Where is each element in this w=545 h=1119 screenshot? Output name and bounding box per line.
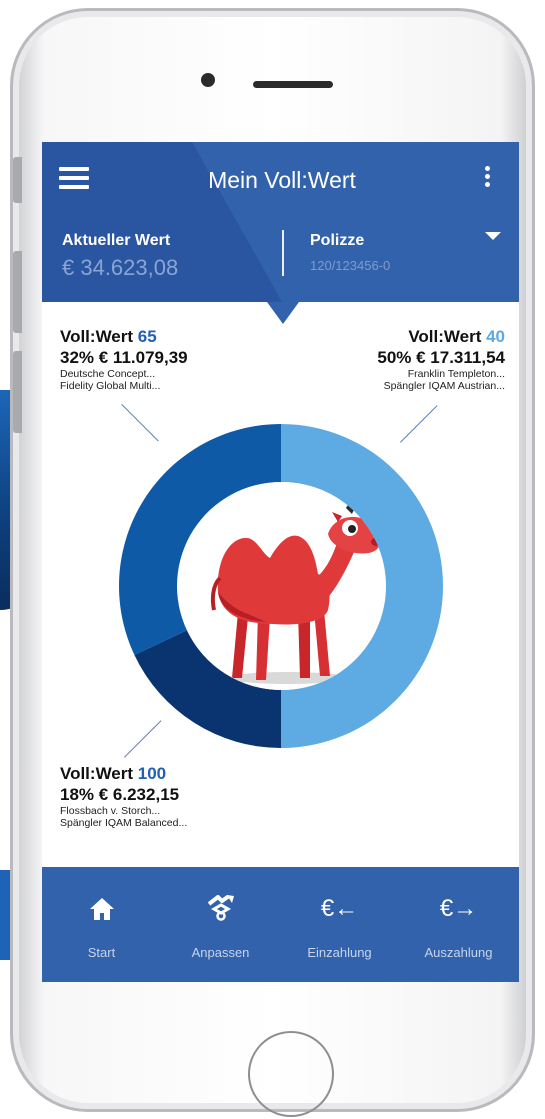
app-header: Mein Voll:Wert Aktueller Wert € 34.623,0… — [42, 142, 519, 302]
header-divider — [282, 230, 284, 276]
fund-line: Deutsche Concept... — [60, 368, 156, 380]
nav-item-auszahlung[interactable]: €→ Auszahlung — [399, 867, 518, 982]
front-camera — [201, 73, 215, 87]
fund-share-amount: 32% € 11.079,39 — [60, 348, 188, 367]
fund-number: 40 — [486, 327, 505, 346]
fund-card-65[interactable]: Voll:Wert 65 32% € 11.079,39 Deutsche Co… — [60, 327, 188, 392]
nav-item-einzahlung[interactable]: €← Einzahlung — [280, 867, 399, 982]
nav-label: Einzahlung — [307, 945, 372, 960]
current-value-label: Aktueller Wert — [62, 232, 171, 249]
fund-card-40[interactable]: Voll:Wert 40 50% € 17.311,54 Franklin Te… — [377, 327, 505, 392]
home-button[interactable] — [248, 1031, 334, 1117]
nav-item-start[interactable]: Start — [42, 867, 161, 982]
adjust-icon — [161, 894, 280, 925]
nav-label: Anpassen — [191, 945, 250, 960]
fund-card-100[interactable]: Voll:Wert 100 18% € 6.232,15 Flossbach v… — [60, 764, 187, 829]
fund-name: Voll:Wert 65 — [60, 327, 157, 346]
fund-line: Spängler IQAM Austrian... — [383, 380, 505, 392]
fund-line: Franklin Templeton... — [407, 368, 505, 380]
fund-number: 100 — [137, 764, 167, 783]
fund-number: 65 — [137, 327, 157, 346]
fund-share-amount: 18% € 6.232,15 — [60, 785, 180, 804]
camel-mascot-image — [178, 482, 386, 690]
nav-item-anpassen[interactable]: Anpassen — [161, 867, 280, 982]
fund-line: Spängler IQAM Balanced... — [60, 817, 188, 829]
euro-in-icon: €← — [320, 895, 359, 922]
header-pointer — [267, 302, 299, 324]
euro-out-icon: €→ — [439, 895, 478, 922]
camel-illustration — [210, 501, 381, 684]
fund-line: Fidelity Global Multi... — [60, 380, 161, 392]
fund-name: Voll:Wert 100 — [60, 764, 167, 783]
nav-label: Start — [87, 945, 116, 960]
current-value: € 34.623,08 — [62, 255, 179, 280]
nav-label: Auszahlung — [424, 945, 493, 960]
menu-icon[interactable] — [59, 167, 89, 189]
more-options-icon[interactable] — [483, 166, 491, 190]
volume-down-button — [13, 351, 22, 433]
volume-up-button — [13, 251, 22, 333]
bottom-navigation: Start Anpassen €← Einzahlung €→ Auszahlu… — [42, 867, 519, 982]
home-icon — [42, 895, 161, 925]
policy-number[interactable]: 120/123456-0 — [310, 258, 390, 273]
page-title: Mein Voll:Wert — [208, 167, 356, 193]
fund-share-amount: 50% € 17.311,54 — [377, 348, 505, 367]
policy-label[interactable]: Polizze — [310, 232, 364, 250]
fund-name: Voll:Wert 40 — [408, 327, 505, 346]
mute-switch — [13, 157, 22, 203]
app-screen: Mein Voll:Wert Aktueller Wert € 34.623,0… — [42, 142, 519, 982]
policy-dropdown-icon[interactable] — [485, 232, 501, 240]
earpiece-speaker — [253, 81, 333, 88]
fund-line: Flossbach v. Storch... — [60, 805, 161, 817]
